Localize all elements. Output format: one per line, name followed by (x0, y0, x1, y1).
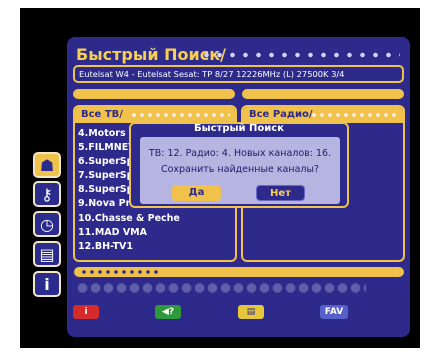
list-item[interactable]: 8.SuperSp (78, 184, 133, 195)
red-info-button[interactable]: i (73, 305, 99, 319)
clock-icon[interactable]: ◷ (33, 211, 61, 237)
status-bar-left (73, 89, 235, 99)
yellow-page-button[interactable]: ▤ (238, 305, 264, 319)
title-dots-decoration (200, 51, 400, 59)
list-item[interactable]: 7.SuperSp (78, 170, 133, 181)
list-item[interactable]: 4.Motors T (78, 128, 135, 139)
yes-button[interactable]: Да (172, 185, 221, 201)
green-volume-button[interactable]: ◀? (155, 305, 181, 319)
fav-button[interactable]: FAV (320, 305, 348, 319)
tv-header-dots (130, 111, 230, 119)
satellite-info: Eutelsat W4 - Eutelsat Sesat: TP 8/27 12… (73, 65, 404, 83)
dialog-title: Быстрый Поиск (193, 123, 285, 134)
no-button[interactable]: Нет (256, 185, 305, 201)
dialog-message-question: Сохранить найденные каналы? (160, 164, 320, 175)
dialog-message-stats: ТВ: 12. Радио: 4. Новых каналов: 16. (148, 148, 332, 159)
status-bar-right (242, 89, 404, 99)
key-icon[interactable]: ⚷ (33, 181, 61, 207)
scan-progress-dots (80, 268, 160, 276)
bottom-dots-decoration (76, 282, 366, 294)
satellite-dish-icon[interactable]: ☗ (33, 152, 61, 178)
list-icon[interactable]: ▤ (33, 241, 61, 267)
info-icon[interactable]: i (33, 271, 61, 297)
list-item[interactable]: 12.BH-TV1 (78, 241, 133, 252)
list-item[interactable]: 9.Nova Pro (78, 198, 137, 209)
list-item[interactable]: 10.Chasse & Peche (78, 213, 180, 224)
list-item[interactable]: 11.MAD VMA (78, 227, 147, 238)
radio-header-dots (310, 111, 398, 119)
list-item[interactable]: 5.FILMNET (78, 142, 135, 153)
list-item[interactable]: 6.SuperSp (78, 156, 133, 167)
